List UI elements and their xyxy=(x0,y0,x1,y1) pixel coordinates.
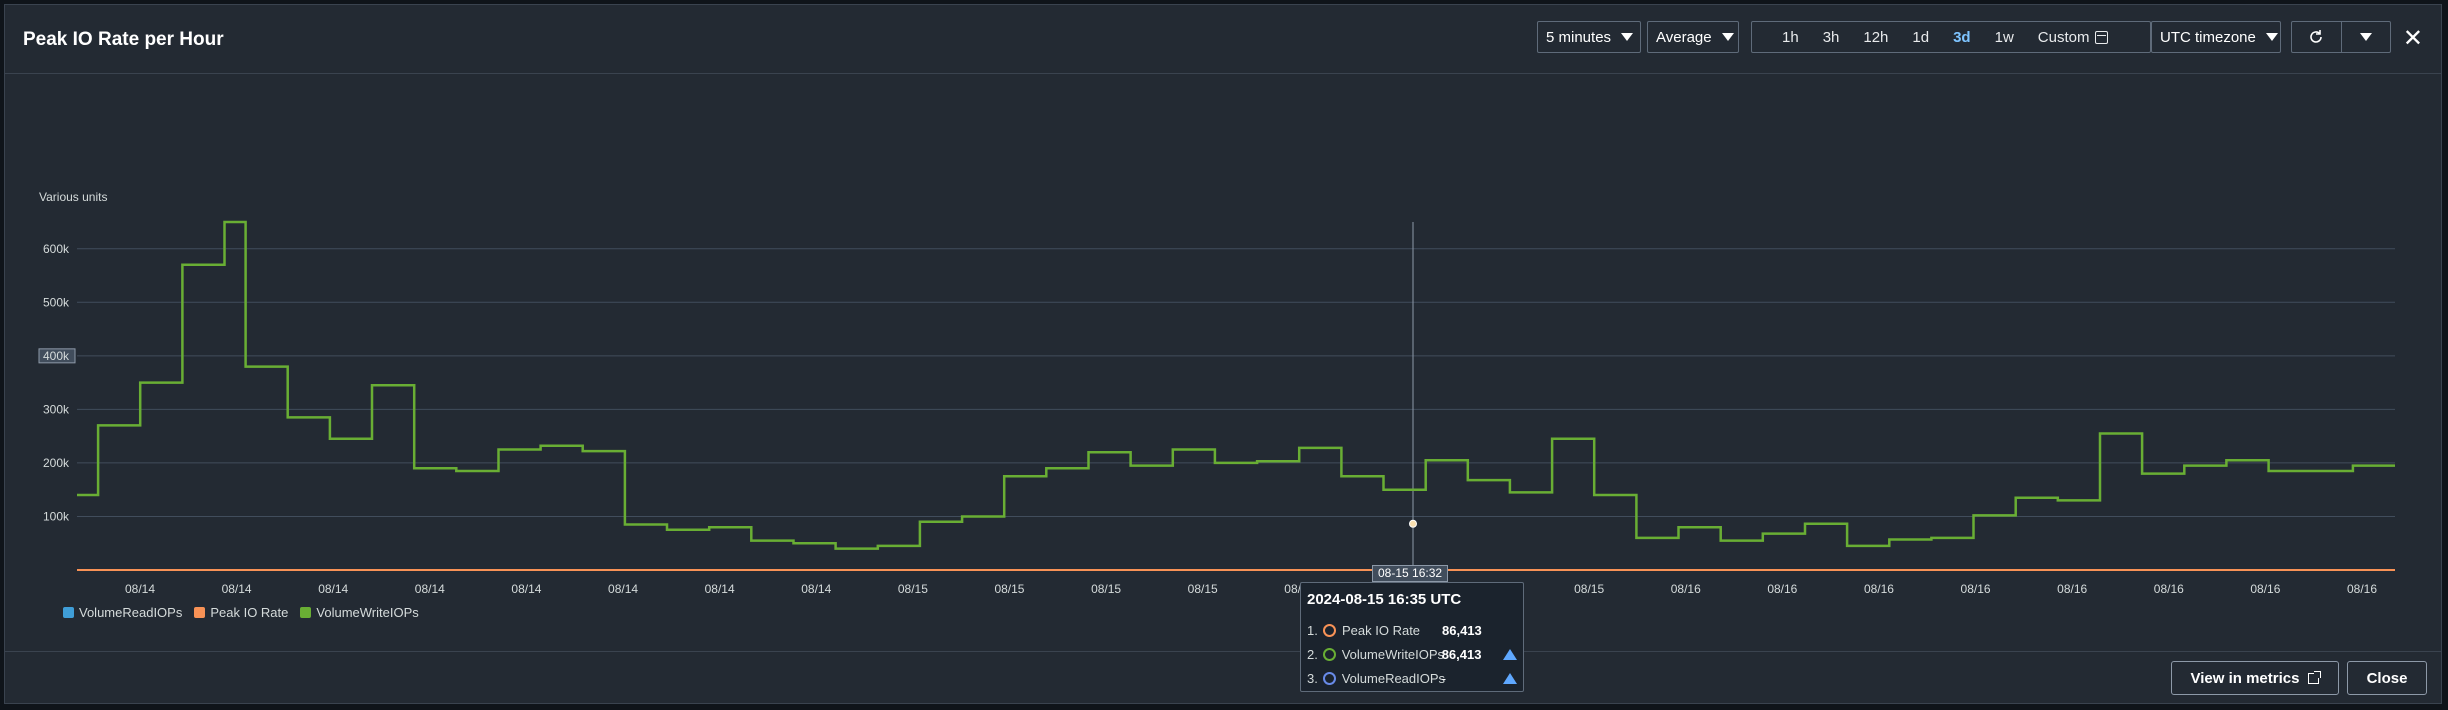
y-tick-label: 200k xyxy=(43,456,70,470)
series-value: 86,413 xyxy=(1442,622,1482,638)
range-3d[interactable]: 3d xyxy=(1941,29,1983,46)
x-tick-label: 08/14 xyxy=(222,582,252,596)
view-in-metrics-button[interactable]: View in metrics xyxy=(2171,661,2339,695)
range-1h[interactable]: 1h xyxy=(1770,29,1811,46)
legend-label: Peak IO Rate xyxy=(210,605,289,620)
timezone-select[interactable]: UTC timezone xyxy=(2151,21,2281,53)
footer-divider xyxy=(5,651,2441,652)
y-tick-label: 100k xyxy=(43,509,70,523)
legend-swatch xyxy=(300,607,312,618)
timezone-value: UTC timezone xyxy=(2160,28,2256,46)
chevron-down-icon xyxy=(1721,33,1734,41)
tooltip-row: 3. VolumeReadIOPs - xyxy=(1307,666,1517,690)
chart-legend: VolumeReadIOPs Peak IO Rate VolumeWriteI… xyxy=(63,605,419,620)
chevron-down-icon xyxy=(1621,33,1634,41)
close-button[interactable]: Close xyxy=(2347,661,2427,695)
x-tick-label: 08/14 xyxy=(318,582,348,596)
alarm-icon[interactable] xyxy=(1502,648,1517,660)
row-number: 1. xyxy=(1307,622,1318,638)
close-icon[interactable]: ✕ xyxy=(2403,27,2423,51)
legend-swatch xyxy=(63,607,74,618)
refresh-control xyxy=(2291,21,2391,53)
refresh-icon xyxy=(2310,30,2323,43)
x-tick-label: 08/15 xyxy=(1574,582,1604,596)
period-select[interactable]: 5 minutes xyxy=(1537,21,1641,53)
x-tick-label: 08/16 xyxy=(1864,582,1894,596)
y-tick-label: 600k xyxy=(43,242,70,256)
y-tick-label: 500k xyxy=(43,295,70,309)
alarm-icon[interactable] xyxy=(1502,672,1517,684)
range-3h[interactable]: 3h xyxy=(1811,29,1852,46)
x-tick-label: 08/16 xyxy=(1671,582,1701,596)
series-name: VolumeReadIOPs xyxy=(1341,670,1446,686)
legend-item-peak[interactable]: Peak IO Rate xyxy=(194,605,288,620)
x-tick-label: 08/14 xyxy=(511,582,541,596)
crosshair-point xyxy=(1409,519,1417,528)
custom-label: Custom xyxy=(2037,28,2090,46)
modal-header: Peak IO Rate per Hour 5 minutes Average … xyxy=(5,5,2441,74)
tooltip-row: 2. VolumeWriteIOPs 86,413 xyxy=(1307,642,1517,666)
refresh-options-button[interactable] xyxy=(2342,22,2391,52)
x-tick-label: 08/16 xyxy=(2057,582,2087,596)
series-marker xyxy=(1322,647,1336,661)
series-name: VolumeWriteIOPs xyxy=(1341,646,1445,662)
y-tick-label: 300k xyxy=(43,402,70,416)
statistic-select[interactable]: Average xyxy=(1647,21,1739,53)
x-tick-label: 08/15 xyxy=(898,582,928,596)
x-tick-label: 08/14 xyxy=(801,582,831,596)
calendar-icon xyxy=(2095,30,2109,44)
x-tick-label: 08/15 xyxy=(1091,582,1121,596)
x-tick-label: 08/15 xyxy=(1188,582,1218,596)
statistic-value: Average xyxy=(1656,28,1712,46)
crosshair-time-label: 08-15 16:32 xyxy=(1372,565,1449,582)
x-tick-label: 08/16 xyxy=(2154,582,2184,596)
x-tick-label: 08/16 xyxy=(2250,582,2280,596)
x-tick-label: 08/16 xyxy=(1767,582,1797,596)
legend-swatch xyxy=(194,607,206,618)
range-12h[interactable]: 12h xyxy=(1851,29,1900,46)
x-tick-label: 08/14 xyxy=(415,582,445,596)
period-value: 5 minutes xyxy=(1546,28,1612,46)
series-name: Peak IO Rate xyxy=(1342,622,1421,638)
x-tick-label: 08/15 xyxy=(994,582,1024,596)
row-number: 3. xyxy=(1307,670,1318,686)
tooltip-title: 2024-08-15 16:35 UTC xyxy=(1307,591,1462,608)
x-tick-label: 08/16 xyxy=(2347,582,2377,596)
chart-tooltip: 2024-08-15 16:35 UTC 1. Peak IO Rate 86,… xyxy=(1300,582,1524,692)
x-tick-label: 08/14 xyxy=(608,582,638,596)
range-custom[interactable]: Custom xyxy=(2026,29,2121,46)
refresh-button[interactable] xyxy=(2292,22,2342,52)
tooltip-row: 1. Peak IO Rate 86,413 xyxy=(1307,618,1517,642)
view-metrics-label: View in metrics xyxy=(2190,669,2300,687)
legend-item-write[interactable]: VolumeWriteIOPs xyxy=(300,605,419,620)
y-axis-label: Various units xyxy=(39,190,107,204)
legend-label: VolumeReadIOPs xyxy=(79,605,183,620)
x-tick-label: 08/14 xyxy=(705,582,735,596)
legend-label: VolumeWriteIOPs xyxy=(316,605,419,620)
series-value: 86,413 xyxy=(1441,646,1482,662)
widget-title: Peak IO Rate per Hour xyxy=(23,29,224,50)
line-chart: Various units 100k 200k 300k 400k 500k 600k 08/… xyxy=(38,190,2395,596)
row-number: 2. xyxy=(1307,646,1318,662)
series-line-volumewriteiops xyxy=(77,220,2395,550)
chevron-down-icon xyxy=(2359,33,2372,41)
range-1d[interactable]: 1d xyxy=(1900,29,1941,46)
chevron-down-icon xyxy=(2265,33,2278,41)
widget-modal: Peak IO Rate per Hour 5 minutes Average … xyxy=(4,4,2442,704)
range-1w[interactable]: 1w xyxy=(1983,29,2026,46)
x-tick-label: 08/14 xyxy=(125,582,155,596)
time-range-group: 1h 3h 12h 1d 3d 1w Custom xyxy=(1751,21,2151,53)
legend-item-read[interactable]: VolumeReadIOPs xyxy=(63,605,182,620)
close-label: Close xyxy=(2366,669,2408,687)
external-link-icon xyxy=(2308,670,2322,684)
chart-area: Various units 100k 200k 300k 400k 500k 600k 08/… xyxy=(5,73,2443,653)
y-tick-label: 400k xyxy=(43,349,70,363)
x-tick-label: 08/16 xyxy=(1961,582,1991,596)
series-value: - xyxy=(1441,670,1447,686)
series-marker xyxy=(1323,623,1336,637)
series-marker xyxy=(1322,671,1336,685)
